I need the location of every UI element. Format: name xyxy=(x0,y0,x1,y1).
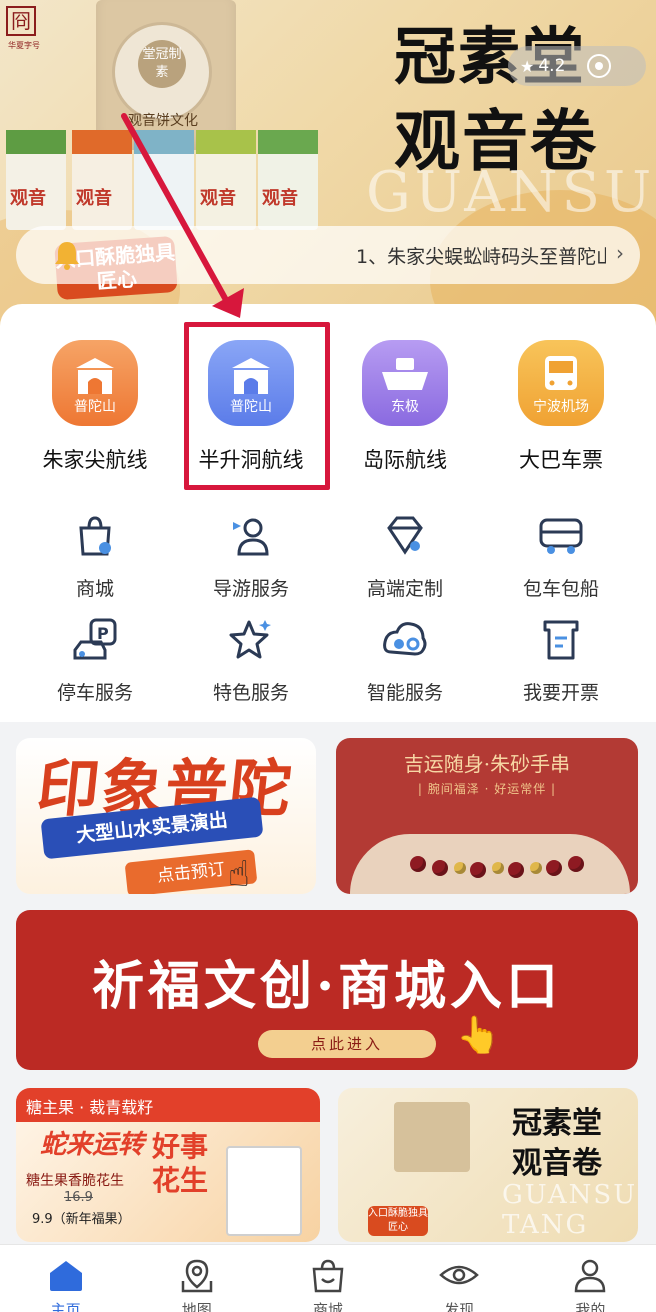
eye-icon xyxy=(439,1265,480,1285)
gate-icon: 普陀山 xyxy=(52,340,138,426)
peanut-big-text: 好事花生 xyxy=(152,1130,209,1197)
promo-bracelet-card[interactable]: 吉运随身·朱砂手串 | 腕间福泽 · 好运常伴 | xyxy=(336,738,638,894)
peanut-name: 糖生果香脆花生 xyxy=(26,1173,124,1189)
parking-icon: P xyxy=(73,618,117,660)
promo-peanut-card[interactable]: 糖主果 · 裁青载籽 蛇来运转 糖生果香脆花生 16.9 9.9（新年福果） 好… xyxy=(16,1088,320,1242)
bead xyxy=(492,862,504,874)
brand-logo-caption: 华夏字号 xyxy=(8,41,40,50)
star-icon xyxy=(229,620,271,659)
ship-icon: 东极 xyxy=(362,340,448,426)
promo-guansu-card[interactable]: 入口酥脆独具匠心 冠素堂 观音卷 GUANSU TANG xyxy=(338,1088,638,1242)
route-island[interactable]: 东极 岛际航线 xyxy=(330,340,480,474)
diamond-icon xyxy=(387,516,423,555)
service-special[interactable]: 特色服务 xyxy=(186,616,316,705)
svg-text:P: P xyxy=(97,624,109,643)
bus-icon: 宁波机场 xyxy=(518,340,604,426)
chevron-right-icon[interactable]: › xyxy=(616,241,624,265)
promo-shop-entry[interactable]: 祈福文创·商城入口 点此进入 👆 xyxy=(16,910,638,1070)
nav-discover[interactable]: 发现 xyxy=(394,1245,525,1312)
shop-bag-icon xyxy=(79,516,111,556)
service-shop[interactable]: 商城 xyxy=(30,512,160,601)
service-guide[interactable]: 导游服务 xyxy=(186,512,316,601)
service-invoice[interactable]: 我要开票 xyxy=(496,616,626,705)
bracelet-subtitle: | 腕间福泽 · 好运常伴 | xyxy=(417,782,557,796)
promo-show-card[interactable]: 印象普陀 大型山水实景演出 点击预订 ☝ xyxy=(16,738,316,894)
nav-map[interactable]: 地图 xyxy=(131,1245,262,1312)
invoice-icon xyxy=(543,620,579,660)
nav-home[interactable]: 主页 xyxy=(0,1245,131,1312)
bead xyxy=(432,860,448,876)
smart-icon xyxy=(383,622,427,656)
shopping-bag-icon xyxy=(312,1259,344,1293)
route-label: 朱家尖航线 xyxy=(42,448,148,472)
bead xyxy=(568,856,584,872)
product-box: 观音 xyxy=(258,130,318,230)
route-label: 大巴车票 xyxy=(519,448,603,472)
guansu-title-line2: 观音卷 xyxy=(512,1146,602,1181)
pointer-hand-icon: 👆 xyxy=(456,1015,501,1056)
brand-latin: GUANSU xyxy=(366,160,656,225)
nav-mine[interactable]: 我的 xyxy=(525,1245,656,1312)
enter-button[interactable]: 点此进入 xyxy=(258,1030,436,1058)
home-icon xyxy=(49,1261,82,1291)
bead xyxy=(410,856,426,872)
product-seal-text: 堂冠制素 xyxy=(138,40,186,88)
service-charter[interactable]: 包车包船 xyxy=(496,512,626,601)
bead xyxy=(546,860,562,876)
bottom-nav: 主页 地图 商城 发现 我的 xyxy=(0,1244,656,1312)
bead xyxy=(508,862,524,878)
notice-text: 1、朱家尖蜈蚣峙码头至普陀山 xyxy=(356,246,606,268)
nav-shop[interactable]: 商城 xyxy=(262,1245,393,1312)
service-custom[interactable]: 高端定制 xyxy=(340,512,470,601)
peanut-slogan: 蛇来运转 xyxy=(40,1130,145,1160)
bus-icon xyxy=(539,518,583,554)
guide-icon xyxy=(233,518,269,556)
record-icon[interactable] xyxy=(587,54,612,78)
bead xyxy=(454,862,466,874)
guansu-latin: GUANSU TANG xyxy=(502,1180,638,1240)
bead xyxy=(530,862,542,874)
map-pin-icon xyxy=(181,1259,213,1293)
route-label: 岛际航线 xyxy=(363,448,447,472)
peanut-header: 糖主果 · 裁青载籽 xyxy=(16,1088,320,1122)
user-icon xyxy=(575,1259,606,1293)
product-box: 观音 xyxy=(196,130,256,230)
product-box: 观音 xyxy=(72,130,132,230)
guansu-bag-image xyxy=(394,1102,470,1172)
highlight-box xyxy=(184,322,330,490)
service-smart[interactable]: 智能服务 xyxy=(340,616,470,705)
pointer-hand-icon: ☝ xyxy=(228,854,250,894)
shop-entry-title: 祈福文创·商城入口 xyxy=(91,956,563,1017)
bracelet-title: 吉运随身·朱砂手串 xyxy=(403,752,571,776)
guansu-stamp: 入口酥脆独具匠心 xyxy=(368,1206,428,1236)
peanut-product-box xyxy=(226,1146,302,1236)
product-bag-title: 观音饼文化 xyxy=(128,113,198,129)
guansu-title-line1: 冠素堂 xyxy=(512,1106,602,1141)
peanut-old-price: 16.9 xyxy=(64,1190,93,1205)
bead xyxy=(470,862,486,878)
peanut-price: 9.9（新年福果） xyxy=(32,1212,131,1227)
product-box: 观音 xyxy=(6,130,66,230)
route-zhujiajian[interactable]: 普陀山 朱家尖航线 xyxy=(20,340,170,474)
star-icon: ★ xyxy=(520,56,535,76)
rating-value: 4.2 xyxy=(538,56,566,76)
product-box xyxy=(134,130,194,230)
route-bus[interactable]: 宁波机场 大巴车票 xyxy=(486,340,636,474)
rating-badge[interactable]: ★ 4.2 xyxy=(508,46,646,86)
service-parking[interactable]: P 停车服务 xyxy=(30,616,160,705)
notice-bar[interactable]: 1、朱家尖蜈蚣峙码头至普陀山 › xyxy=(16,226,640,284)
bell-icon xyxy=(50,238,84,276)
brand-logo: 冏 xyxy=(6,6,36,36)
bracelet-image xyxy=(350,834,630,894)
